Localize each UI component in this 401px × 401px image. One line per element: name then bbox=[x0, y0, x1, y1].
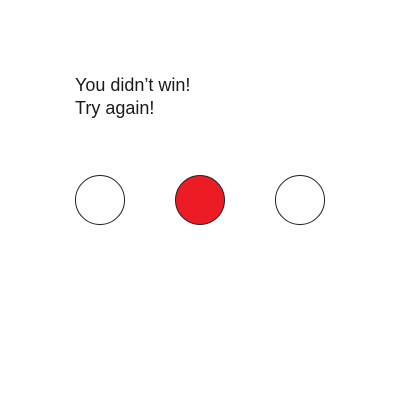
circle-options bbox=[0, 0, 401, 401]
circle-middle[interactable] bbox=[175, 175, 225, 225]
game-screen: { "message": { "line1": "You didn\u2019t… bbox=[0, 0, 401, 401]
circle-right[interactable] bbox=[275, 175, 325, 225]
circle-left[interactable] bbox=[75, 175, 125, 225]
